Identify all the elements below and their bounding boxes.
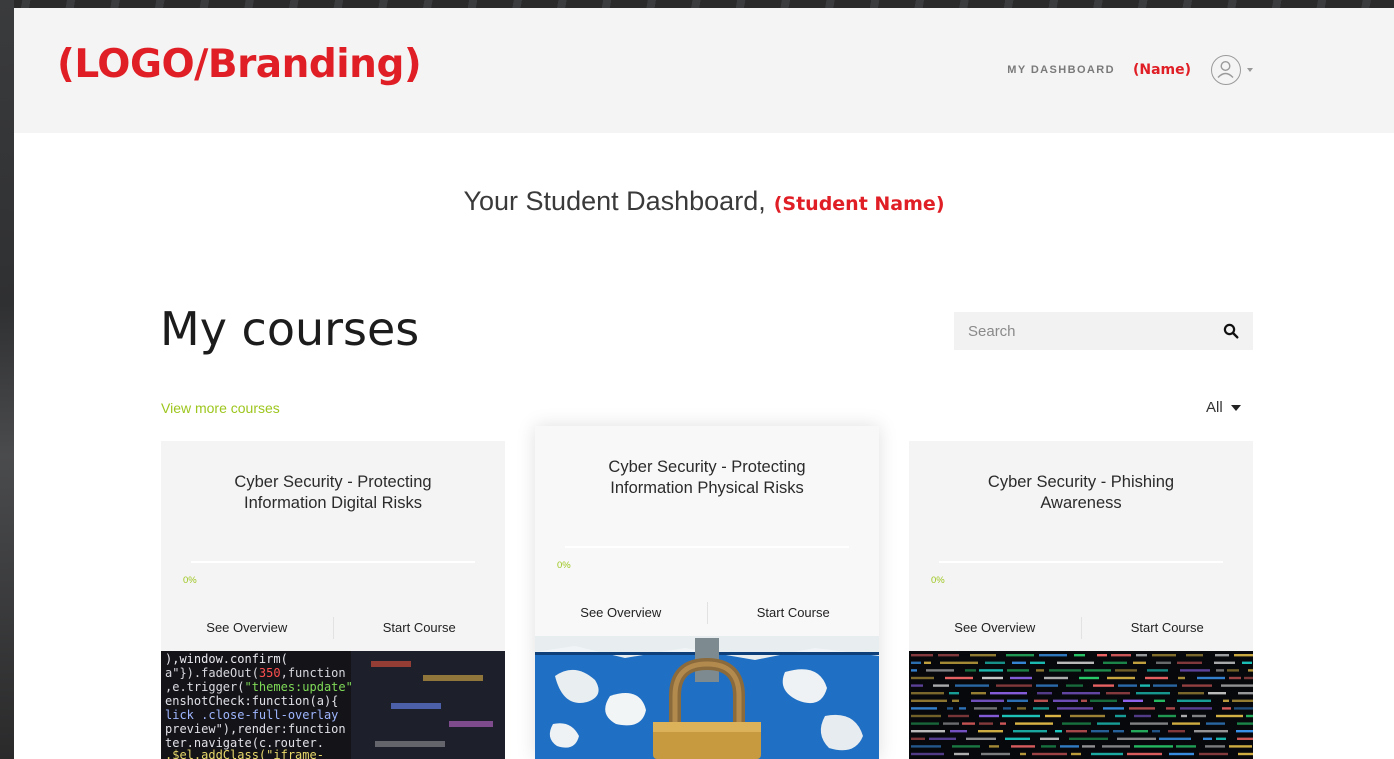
progress-label: 0% (931, 575, 945, 586)
see-overview-button[interactable]: See Overview (161, 617, 334, 639)
svg-text:,e.trigger("themes:update": ,e.trigger("themes:update" (165, 680, 353, 694)
see-overview-button[interactable]: See Overview (909, 617, 1082, 639)
search-input[interactable] (954, 312, 1204, 350)
start-course-button[interactable]: Start Course (1082, 617, 1254, 639)
chevron-down-icon[interactable] (1247, 68, 1253, 72)
view-more-courses-link[interactable]: View more courses (161, 400, 280, 416)
logo[interactable]: (LOGO/Branding) (57, 42, 422, 87)
top-nav: MY DASHBOARD (Name) (1007, 52, 1253, 88)
course-image-padlock[interactable] (535, 636, 879, 759)
progress-bar (191, 561, 475, 563)
progress-label: 0% (557, 560, 571, 571)
progress-bar (565, 546, 849, 548)
card-actions: See Overview Start Course (161, 617, 505, 639)
caret-down-icon (1230, 404, 1241, 411)
welcome-text: Your Student Dashboard, (463, 186, 766, 216)
top-navbar: (LOGO/Branding) MY DASHBOARD (Name) (14, 8, 1394, 133)
progress-bar (939, 561, 1223, 563)
background-frame-top (0, 0, 1394, 8)
filter-selected-value: All (1206, 399, 1223, 416)
course-title: Cyber Security - Phishing Awareness (987, 473, 1175, 512)
course-filter-dropdown[interactable]: All (1206, 399, 1241, 416)
background-frame-left (0, 0, 14, 759)
course-card[interactable]: Cyber Security - Protecting Information … (535, 426, 879, 759)
course-image-matrix[interactable] (909, 651, 1253, 759)
search-icon[interactable] (1223, 323, 1239, 339)
start-course-button[interactable]: Start Course (334, 617, 506, 639)
svg-text:a"}).fadeOut(350,function: a"}).fadeOut(350,function (165, 666, 346, 680)
user-circle-icon (1217, 60, 1234, 78)
course-title: Cyber Security - Protecting Information … (234, 473, 432, 512)
my-courses-heading: My courses (160, 302, 420, 356)
nav-user-name: (Name) (1132, 62, 1191, 78)
course-card[interactable]: Cyber Security - Protecting Information … (161, 441, 505, 759)
user-avatar-button[interactable] (1211, 55, 1241, 85)
search-box (954, 312, 1253, 350)
svg-text:),window.confirm(: ),window.confirm( (165, 652, 288, 666)
svg-text:enshotCheck:function(a){: enshotCheck:function(a){ (165, 694, 338, 708)
start-course-button[interactable]: Start Course (708, 602, 880, 624)
nav-my-dashboard-link[interactable]: MY DASHBOARD (1007, 64, 1115, 76)
svg-text:.$el.addClass("iframe-: .$el.addClass("iframe- (165, 748, 324, 759)
browser-page: (LOGO/Branding) MY DASHBOARD (Name) Your… (14, 8, 1394, 759)
card-actions: See Overview Start Course (909, 617, 1253, 639)
course-card[interactable]: Cyber Security - Phishing Awareness 0% S… (909, 441, 1253, 759)
progress-label: 0% (183, 575, 197, 586)
course-title: Cyber Security - Protecting Information … (608, 458, 806, 497)
svg-text:lick .close-full-overlay: lick .close-full-overlay (165, 708, 338, 722)
course-image-code[interactable]: ),window.confirm( a"}).fadeOut(350,funct… (161, 651, 505, 759)
svg-text:preview"),render:function: preview"),render:function (165, 722, 346, 736)
welcome-heading: Your Student Dashboard, (Student Name) (14, 186, 1394, 217)
student-name: (Student Name) (773, 193, 945, 215)
card-actions: See Overview Start Course (535, 602, 879, 624)
see-overview-button[interactable]: See Overview (535, 602, 708, 624)
